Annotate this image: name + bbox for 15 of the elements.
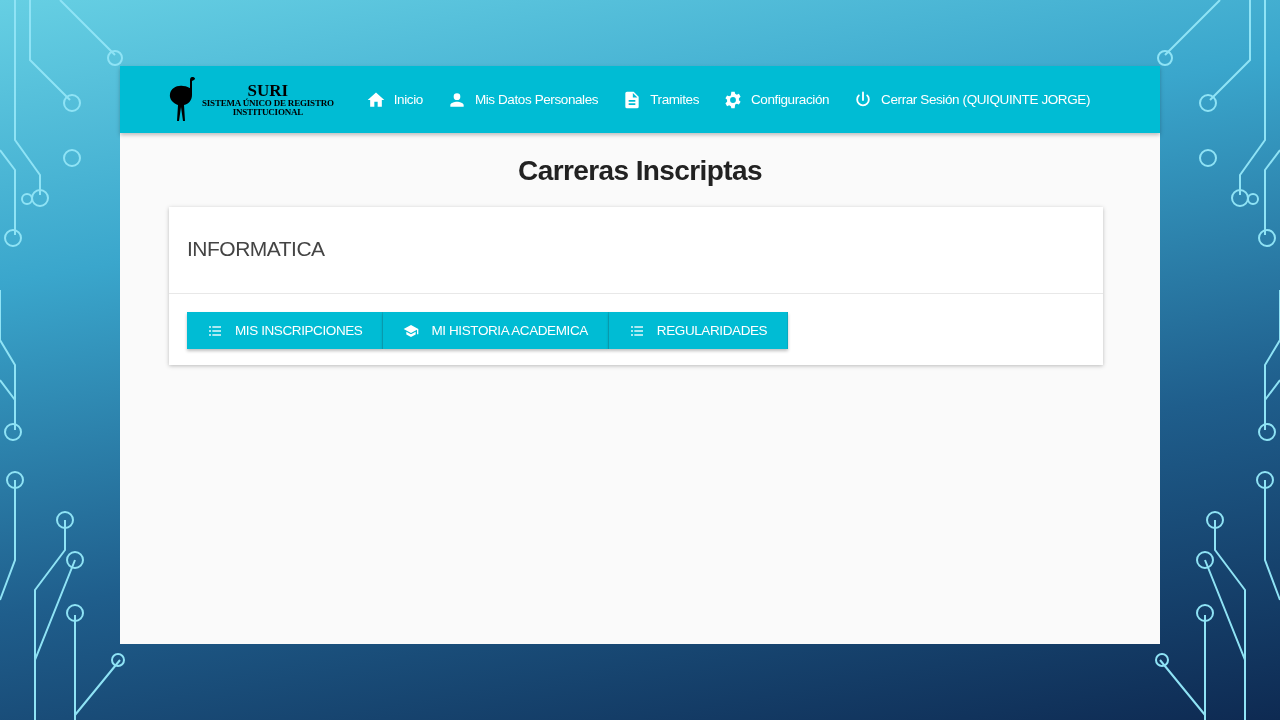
action-button[interactable]: REGULARIDADES	[608, 312, 789, 349]
nav-link[interactable]: Configuración	[719, 85, 834, 114]
nav-link[interactable]: Cerrar Sesión (QUIQUINTE JORGE)	[849, 85, 1094, 114]
graduation-cap-icon	[403, 322, 420, 339]
career-name: INFORMATICA	[169, 207, 1103, 294]
logo-subtitle: SISTEMA ÚNICO DE REGISTRO	[202, 99, 334, 108]
action-button[interactable]: MIS INSCRIPCIONES	[187, 312, 384, 349]
nav-link[interactable]: Mis Datos Personales	[442, 85, 603, 114]
logo-subtitle: INSTITUCIONAL	[232, 108, 304, 117]
nav-link[interactable]: Tramites	[618, 85, 703, 114]
nav-link[interactable]: Inicio	[361, 85, 427, 114]
gear-icon	[723, 89, 743, 110]
action-button[interactable]: MI HISTORIA ACADEMICA	[383, 312, 609, 349]
logo-title: SURI	[247, 82, 289, 99]
page-title: Carreras Inscriptas	[517, 155, 763, 187]
